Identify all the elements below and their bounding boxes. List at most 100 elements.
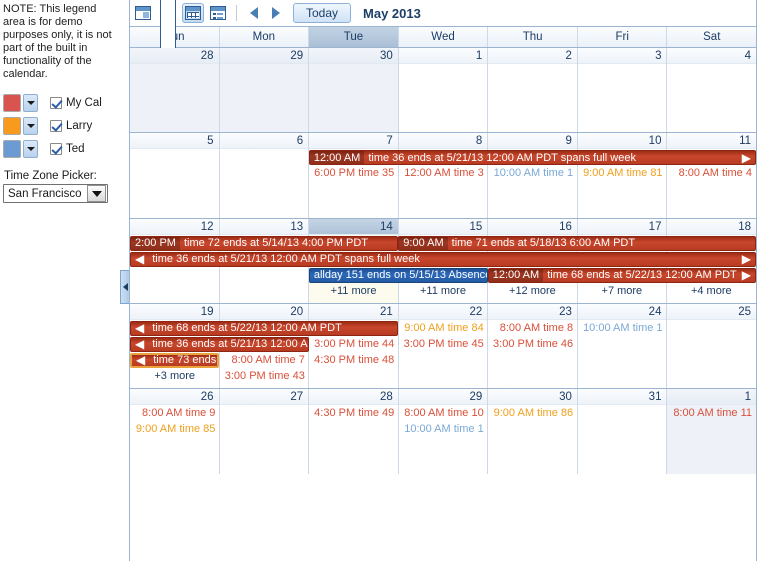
month-view-button[interactable] xyxy=(182,3,204,23)
day-name-header: Wed xyxy=(399,27,489,47)
next-period-button[interactable] xyxy=(265,3,287,23)
month-view-icon xyxy=(185,6,201,20)
calendar-event[interactable]: 4:30 PM time 49 xyxy=(309,406,398,421)
calendar-event-bar[interactable]: 9:00 AM time 71 ends at 5/18/13 6:00 AM P… xyxy=(398,235,756,251)
calendar-event-bar[interactable]: allday 151 ends on 5/15/13 Absence xyxy=(308,267,488,283)
more-events-link[interactable]: +3 more xyxy=(130,369,219,383)
week-view-button[interactable] xyxy=(157,0,179,56)
calendar-container: Today May 2013 SunMonTueWedThuFriSat 282… xyxy=(129,0,757,561)
day-number: 27 xyxy=(219,389,309,406)
event-time: 9:00 AM xyxy=(399,236,448,250)
calendar-visibility-checkbox[interactable] xyxy=(50,96,62,109)
calendar-event[interactable]: 3:00 PM time 44 xyxy=(309,337,398,352)
day-number: 22 xyxy=(398,303,488,320)
agenda-view-button[interactable] xyxy=(207,3,229,23)
day-number: 29 xyxy=(398,389,488,406)
calendar-legend-row: Larry xyxy=(3,114,118,137)
event-title: time 36 ends at 5/21/13 12:00 AM PDT spa… xyxy=(152,253,420,266)
event-layer: 8:00 AM time 9 4:30 PM time 49 8:00 AM tim… xyxy=(130,406,756,474)
day-number: 5 xyxy=(130,133,219,150)
event-title: time 36 ends at 5/21/13 12:00 AM PDT spa… xyxy=(368,151,636,164)
day-number: 26 xyxy=(130,389,219,406)
event-title: time 71 ends at 5/18/13 6:00 AM PDT xyxy=(451,237,636,250)
more-events-link[interactable]: +11 more xyxy=(398,284,487,298)
calendar-visibility-checkbox[interactable] xyxy=(50,142,62,155)
sidebar-collapse-handle[interactable] xyxy=(120,270,129,304)
calendar-week-row: 5 6 7 8 9 10 11 12:00 AM time 36 ends at 5/21/13… xyxy=(130,133,757,219)
calendar-event[interactable]: 9:00 AM time 84 xyxy=(398,321,487,336)
calendar-color-dropdown[interactable] xyxy=(23,139,38,158)
day-number: 9 xyxy=(488,133,577,150)
day-number: 21 xyxy=(309,303,398,320)
event-title: allday 151 ends on 5/15/13 Absence xyxy=(313,269,487,282)
calendar-event[interactable]: 8:00 AM time 4 xyxy=(667,166,756,181)
previous-period-button[interactable] xyxy=(243,3,265,23)
calendar-event-bar[interactable]: ◀ time 68 ends at 5/22/13 12:00 AM PDT xyxy=(130,320,399,336)
timezone-picker-select[interactable]: San Francisco xyxy=(3,184,108,203)
calendar-event[interactable]: 8:00 AM time 8 xyxy=(488,321,577,336)
day-number: 4 xyxy=(667,48,757,64)
calendar-event[interactable]: 9:00 AM time 81 xyxy=(577,166,666,181)
day-number: 14 xyxy=(309,218,398,235)
day-number: 16 xyxy=(488,218,577,235)
legend-panel: NOTE: This legend area is for demo purpo… xyxy=(0,0,122,561)
day-number: 31 xyxy=(577,389,667,406)
calendar-event[interactable]: 8:00 AM time 7 xyxy=(219,353,308,368)
calendar-event[interactable]: 9:00 AM time 86 xyxy=(488,406,577,421)
day-view-button[interactable] xyxy=(132,3,154,23)
day-number: 30 xyxy=(488,389,577,406)
calendar-week-row: 28 29 30 1 2 3 4 xyxy=(130,48,757,134)
calendar-legend-row: Ted xyxy=(3,137,118,160)
continues-left-icon: ◀ xyxy=(135,337,145,352)
day-name-header: Thu xyxy=(488,27,578,47)
day-number: 1 xyxy=(398,48,488,64)
calendar-event[interactable]: 3:00 PM time 46 xyxy=(488,337,577,352)
calendar-event[interactable]: 3:00 PM time 45 xyxy=(398,337,487,352)
calendar-color-swatch[interactable] xyxy=(3,116,21,135)
calendar-color-dropdown[interactable] xyxy=(23,116,38,135)
calendar-legend-list: My Cal Larry Ted xyxy=(3,91,118,160)
calendar-event-bar[interactable]: ◀ time 73 ends at xyxy=(130,352,220,368)
period-title: May 2013 xyxy=(363,5,421,21)
day-number: 25 xyxy=(667,303,757,320)
calendar-weeks: 28 29 30 1 2 3 4 5 6 7 8 9 10 11 12:00 AM time 36 ends … xyxy=(130,48,757,560)
event-title: time 68 ends at 5/22/13 12:00 AM PDT xyxy=(547,269,737,282)
calendar-event-bar[interactable]: 2:00 PM time 72 ends at 5/14/13 4:00 PM P… xyxy=(130,235,399,251)
calendar-event[interactable]: 8:00 AM time 10 xyxy=(398,406,487,421)
calendar-event[interactable]: 3:00 PM time 43 xyxy=(219,369,308,384)
calendar-legend-label: Ted xyxy=(66,142,85,155)
calendar-event-bar[interactable]: 12:00 AM time 36 ends at 5/21/13 12:00 AM… xyxy=(308,150,756,166)
more-events-link[interactable]: +4 more xyxy=(667,284,756,298)
continues-left-icon: ◀ xyxy=(136,353,146,368)
event-title: time 72 ends at 5/14/13 4:00 PM PDT xyxy=(183,237,369,250)
calendar-event[interactable]: 10:00 AM time 1 xyxy=(577,321,666,336)
calendar-event[interactable]: 12:00 AM time 3 xyxy=(398,166,487,181)
calendar-week-row: 19 20 21 22 23 24 25 ◀ time 68 ends at 5/22/13 1… xyxy=(130,303,757,390)
more-events-link[interactable]: +12 more xyxy=(488,284,577,298)
day-number: 15 xyxy=(398,218,488,235)
continues-right-icon: ▶ xyxy=(741,268,751,283)
calendar-event[interactable]: 9:00 AM time 85 xyxy=(130,422,219,437)
more-events-link[interactable]: +7 more xyxy=(577,284,666,298)
calendar-event-bar[interactable]: ◀ time 36 ends at 5/21/13 12:00 AM PDT sp… xyxy=(130,251,756,267)
event-layer: ◀ time 68 ends at 5/22/13 12:00 AM PDT ◀ ti… xyxy=(130,320,756,388)
calendar-event[interactable]: 8:00 AM time 11 xyxy=(667,406,756,421)
calendar-event[interactable]: 10:00 AM time 1 xyxy=(488,166,577,181)
day-view-icon xyxy=(135,6,151,20)
calendar-event-bar[interactable]: ◀ time 36 ends at 5/21/13 12:00 AM PDT xyxy=(130,336,309,352)
calendar-color-swatch[interactable] xyxy=(3,139,21,158)
calendar-visibility-checkbox[interactable] xyxy=(50,119,62,132)
day-name-header-row: SunMonTueWedThuFriSat xyxy=(130,26,756,48)
calendar-event[interactable]: 6:00 PM time 35 xyxy=(309,166,398,181)
day-number: 10 xyxy=(577,133,667,150)
calendar-event-bar[interactable]: 12:00 AM time 68 ends at 5/22/13 12:00 AM… xyxy=(487,267,756,283)
calendar-event[interactable]: 10:00 AM time 1 xyxy=(398,422,487,437)
calendar-color-dropdown[interactable] xyxy=(23,93,38,112)
chevron-down-icon[interactable] xyxy=(87,185,106,202)
calendar-legend-label: My Cal xyxy=(66,96,102,109)
calendar-event[interactable]: 8:00 AM time 9 xyxy=(130,406,219,421)
calendar-event[interactable]: 4:30 PM time 48 xyxy=(309,353,398,368)
today-button[interactable]: Today xyxy=(293,3,352,23)
more-events-link[interactable]: +11 more xyxy=(309,284,398,298)
calendar-color-swatch[interactable] xyxy=(3,93,21,112)
